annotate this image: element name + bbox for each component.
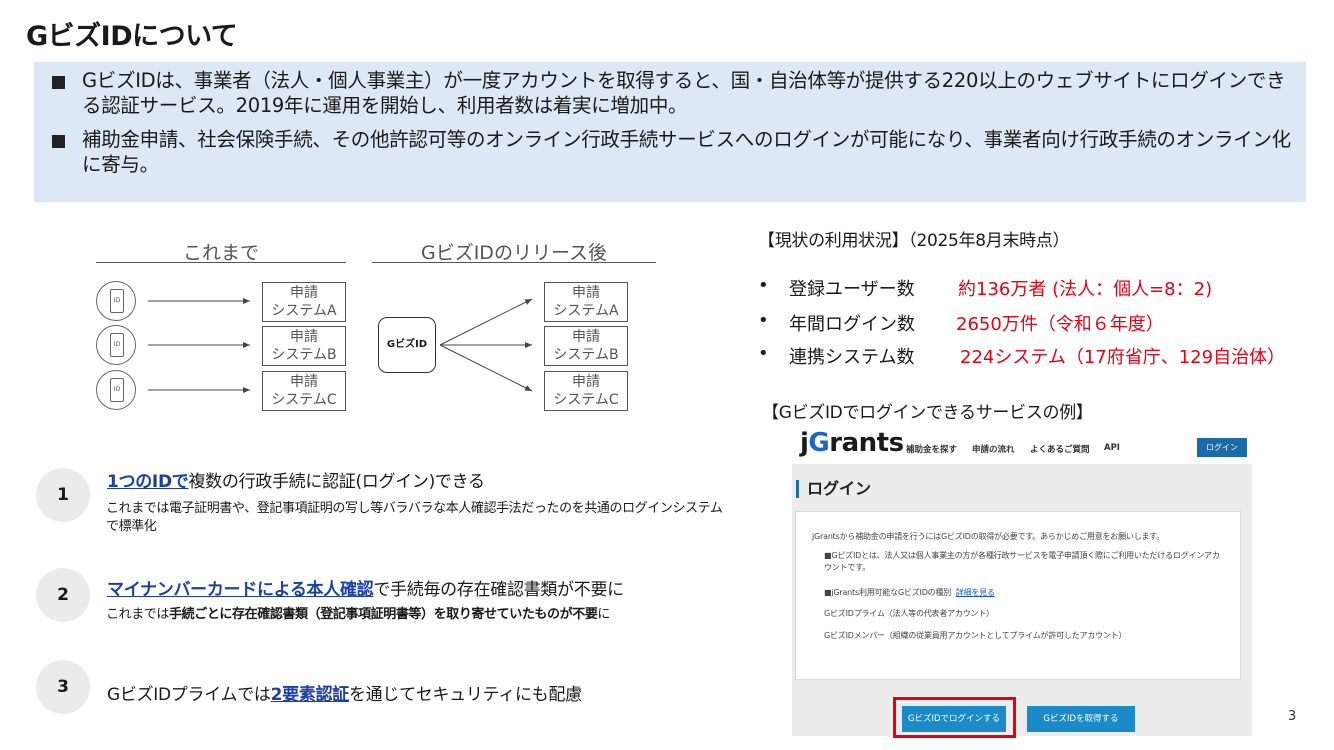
nav-search-subsidy[interactable]: 補助金を探す [906,443,957,455]
details-link[interactable]: 詳細を見る [956,588,995,597]
system-box: 申請 システムA [544,282,628,322]
system-box: 申請 システムA [262,282,346,322]
jgrants-screenshot: jGrants 補助金を探す 申請の流れ よくあるご質問 API ログイン ログ… [792,428,1252,736]
jgrants-header: jGrants 補助金を探す 申請の流れ よくあるご質問 API ログイン [792,428,1252,464]
feature-title: GビズIDプライムでは2要素認証を通じてセキュリティにも配慮 [107,685,582,705]
nav-faq[interactable]: よくあるご質問 [1030,443,1090,455]
note-text: ■GビズIDとは、法人又は個人事業主の方が各種行政サービスを電子申請頂く際にご利… [824,551,1220,572]
jgrants-page-title: ログイン [796,480,871,498]
jgrants-logo[interactable]: jGrants [800,428,904,458]
feature-description: これまでは電子証明書や、登記事項証明の写し等バラバラな本人確認手法だったのを共通… [106,501,723,534]
feature-description: これまでは手続ごとに存在確認書類（登記事項証明書等）を取り寄せていたものが不要に [106,607,611,622]
header-login-button[interactable]: ログイン [1197,438,1247,457]
note-text: ■jGrants利用可能なGビズIDの種別 詳細を見る [824,588,995,597]
highlight-frame [893,697,1016,738]
nav-api[interactable]: API [1104,443,1120,453]
prime-text: GビズIDプライム（法人等の代表者アカウント） [824,609,994,618]
nav-application-flow[interactable]: 申請の流れ [972,443,1015,455]
feature-number: 1 [36,468,90,522]
jgrants-info-card: jGrantsから補助金の申請を行うにはGビズIDの取得が必要です。あらかじめご… [795,511,1241,680]
arrow [439,298,533,346]
system-box: 申請 システムC [262,371,346,411]
arrow [439,344,533,392]
diagram-arrows [148,298,533,393]
status-heading: 【現状の利用状況】（2025年8月末時点） [758,231,1070,251]
gbizid-box: GビズID [378,317,436,373]
feature-number: 3 [36,660,90,714]
system-box: 申請 システムB [262,326,346,366]
feature-number: 2 [36,568,90,622]
system-box: 申請 システムB [544,326,628,366]
feature-title: 1つのIDで複数の行政手続に認証(ログイン)できる [107,472,485,492]
member-text: GビズIDメンバー（組織の従業員用アカウントとしてプライムが許可したアカウント） [824,631,1127,640]
feature-title: マイナンバーカードによる本人確認で手続毎の存在確認書類が不要に [107,580,624,600]
example-heading: 【GビズIDでログインできるサービスの例】 [762,403,1093,423]
gbizid-get-button[interactable]: GビズIDを取得する [1027,706,1135,732]
system-box: 申請 システムC [544,371,628,411]
page-number: 3 [1288,709,1297,724]
intro-text: jGrantsから補助金の申請を行うにはGビズIDの取得が必要です。あらかじめご… [812,532,1165,541]
